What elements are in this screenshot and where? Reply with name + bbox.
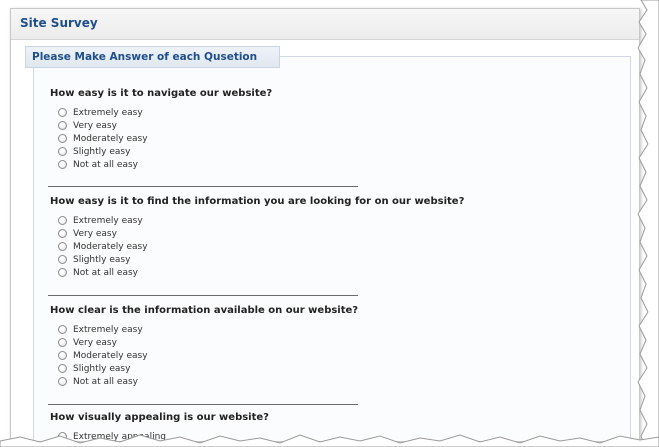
option-row[interactable]: Moderately easy [58, 349, 358, 362]
option-label: Slightly easy [73, 254, 131, 265]
option-label: Not at all easy [73, 267, 138, 278]
option-row[interactable]: Not at all easy [58, 375, 358, 388]
radio-button[interactable] [58, 325, 67, 334]
radio-button[interactable] [58, 160, 67, 169]
title-bar: Site Survey [11, 9, 639, 40]
option-row[interactable]: Not at all easy [58, 266, 464, 279]
option-label: Moderately easy [73, 241, 148, 252]
question-divider [48, 404, 358, 405]
option-label: Very easy [73, 337, 117, 348]
radio-button[interactable] [58, 255, 67, 264]
option-label: Not at all easy [73, 376, 138, 387]
option-row[interactable]: Slightly easy [58, 362, 358, 375]
question-divider [48, 295, 358, 296]
question-divider [48, 186, 358, 187]
option-label: Not at all easy [73, 159, 138, 170]
option-label: Moderately easy [73, 133, 148, 144]
option-row[interactable]: Slightly easy [58, 145, 272, 158]
radio-button[interactable] [58, 338, 67, 347]
radio-button[interactable] [58, 216, 67, 225]
option-label: Extremely easy [73, 215, 143, 226]
torn-edge-bottom [0, 434, 659, 447]
option-row[interactable]: Extremely easy [58, 323, 358, 336]
question-text: How easy is it to navigate our website? [50, 88, 273, 99]
option-row[interactable]: Moderately easy [58, 132, 272, 145]
radio-button[interactable] [58, 147, 67, 156]
option-label: Very easy [73, 120, 117, 131]
option-row[interactable]: Very easy [58, 336, 358, 349]
question-text: How clear is the information available o… [50, 305, 359, 316]
option-row[interactable]: Very easy [58, 119, 272, 132]
option-row[interactable]: Very easy [58, 227, 464, 240]
page-title: Site Survey [20, 16, 98, 30]
option-label: Extremely easy [73, 324, 143, 335]
torn-edge-right [637, 0, 659, 447]
option-row[interactable]: Not at all easy [58, 158, 272, 171]
question-2: How easy is it to find the information y… [50, 196, 464, 279]
radio-button[interactable] [58, 242, 67, 251]
option-label: Very easy [73, 228, 117, 239]
option-label: Slightly easy [73, 146, 131, 157]
question-1: How easy is it to navigate our website? … [50, 88, 272, 171]
option-label: Moderately easy [73, 350, 148, 361]
option-row[interactable]: Extremely easy [58, 106, 272, 119]
option-label: Slightly easy [73, 363, 131, 374]
option-row[interactable]: Moderately easy [58, 240, 464, 253]
question-text: How visually appealing is our website? [50, 412, 269, 423]
question-text: How easy is it to find the information y… [50, 196, 465, 207]
radio-button[interactable] [58, 134, 67, 143]
question-3: How clear is the information available o… [50, 305, 358, 388]
option-label: Extremely easy [73, 107, 143, 118]
section-legend: Please Make Answer of each Qusetion [25, 46, 281, 68]
radio-button[interactable] [58, 121, 67, 130]
radio-button[interactable] [58, 364, 67, 373]
radio-button[interactable] [58, 268, 67, 277]
radio-button[interactable] [58, 377, 67, 386]
option-row[interactable]: Extremely easy [58, 214, 464, 227]
radio-button[interactable] [58, 229, 67, 238]
radio-button[interactable] [58, 351, 67, 360]
radio-button[interactable] [58, 108, 67, 117]
option-row[interactable]: Slightly easy [58, 253, 464, 266]
